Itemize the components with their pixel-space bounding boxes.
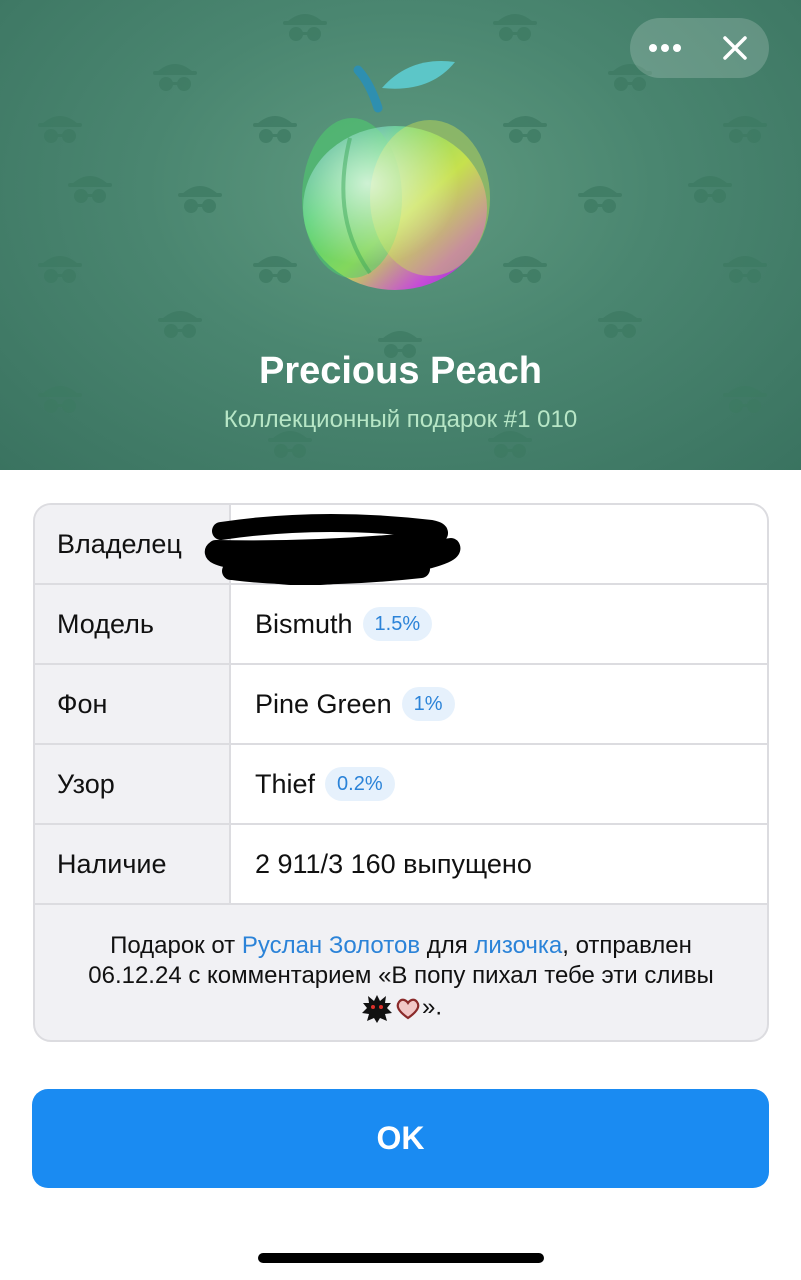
caption-text: ».: [421, 993, 442, 1021]
pattern-value[interactable]: Thief 0.2%: [231, 745, 767, 823]
table-row-pattern: Узор Thief 0.2%: [35, 745, 767, 825]
rarity-badge: 1.5%: [362, 607, 433, 641]
redaction-scribble: [204, 513, 461, 586]
table-row-model: Модель Bismuth 1.5%: [35, 585, 767, 665]
table-row-availability: Наличие 2 911/3 160 выпущено: [35, 825, 767, 905]
more-dots-icon: [649, 44, 681, 52]
gift-title: Precious Peach: [258, 350, 543, 392]
demon-emoji-icon: [361, 995, 392, 1023]
model-value[interactable]: Bismuth 1.5%: [231, 585, 767, 663]
ok-button[interactable]: OK: [32, 1089, 769, 1188]
gift-subtitle: Коллекционный подарок #1 010: [223, 406, 578, 433]
header-actions: [630, 18, 769, 78]
owner-value[interactable]: [204, 505, 767, 586]
peach-gift-icon: [302, 61, 490, 290]
more-button[interactable]: [630, 18, 700, 78]
rarity-badge: 0.2%: [325, 767, 395, 801]
background-value[interactable]: Pine Green 1%: [231, 665, 767, 743]
row-label: Узор: [35, 745, 231, 823]
table-row-owner: Владелец: [35, 505, 767, 586]
availability-value: 2 911/3 160 выпущено: [231, 825, 767, 903]
row-label: Наличие: [35, 825, 231, 903]
table-row-background: Фон Pine Green 1%: [35, 665, 767, 745]
home-indicator: [258, 1253, 544, 1263]
gift-header: Precious Peach Коллекционный подарок #1 …: [0, 0, 801, 470]
sender-link[interactable]: Руслан Золотов: [242, 932, 420, 959]
gift-caption: Подарок от Руслан Золотов для лизочка, о…: [35, 903, 767, 1025]
close-button[interactable]: [700, 18, 769, 78]
recipient-link[interactable]: лизочка: [474, 932, 562, 959]
close-icon: [722, 36, 747, 60]
caption-text: Подарок от: [110, 932, 242, 959]
rarity-badge: 1%: [401, 687, 455, 721]
row-label: Фон: [35, 665, 231, 743]
model-name: Bismuth: [255, 608, 353, 639]
row-label: Модель: [35, 585, 231, 663]
heart-emoji-icon: [396, 998, 420, 1020]
caption-text: для: [420, 932, 475, 959]
background-name: Pine Green: [255, 688, 392, 719]
gift-info-table: Владелец Модель Bismuth 1.5% Фон Pine Gr…: [33, 503, 769, 1042]
pattern-name: Thief: [255, 768, 316, 799]
